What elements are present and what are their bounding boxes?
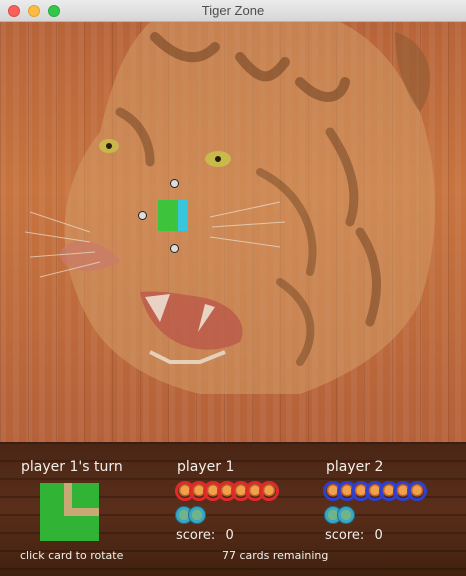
placement-slot-left[interactable]	[138, 211, 147, 220]
crocodile-token-icon	[337, 506, 355, 524]
player-2-name: player 2	[326, 459, 384, 475]
placement-slot-bottom[interactable]	[170, 244, 179, 253]
turn-indicator: player 1's turn	[21, 459, 123, 475]
trail-corner-icon	[40, 483, 99, 541]
score-label: score:	[325, 528, 365, 543]
tiger-background-image	[24, 22, 436, 394]
player-2-crocodiles	[324, 506, 355, 524]
current-tile-card[interactable]	[40, 483, 99, 541]
score-value: 0	[374, 528, 383, 543]
title-bar: Tiger Zone	[0, 0, 466, 22]
app-window: Tiger Zone player 1's turn player 1 play…	[0, 0, 466, 576]
water-edge	[178, 200, 188, 231]
grass-edge	[158, 200, 178, 231]
score-value: 0	[225, 528, 234, 543]
player-2-tigers	[323, 481, 427, 503]
player-1-score: score: 0	[176, 528, 234, 543]
placed-tile	[158, 200, 188, 231]
tiger-token-icon	[259, 481, 279, 501]
cards-remaining: 77 cards remaining	[222, 549, 329, 562]
player-2-score: score: 0	[325, 528, 383, 543]
score-label: score:	[176, 528, 216, 543]
player-1-crocodiles	[175, 506, 206, 524]
status-panel: player 1's turn player 1 player 2 score:…	[0, 442, 466, 576]
player-1-tigers	[175, 481, 279, 503]
tiger-token-icon	[407, 481, 427, 501]
window-title: Tiger Zone	[201, 3, 265, 18]
crocodile-token-icon	[188, 506, 206, 524]
game-board[interactable]	[0, 22, 466, 442]
player-1-name: player 1	[177, 459, 235, 475]
rotate-hint: click card to rotate	[20, 549, 124, 562]
placement-slot-top[interactable]	[170, 179, 179, 188]
